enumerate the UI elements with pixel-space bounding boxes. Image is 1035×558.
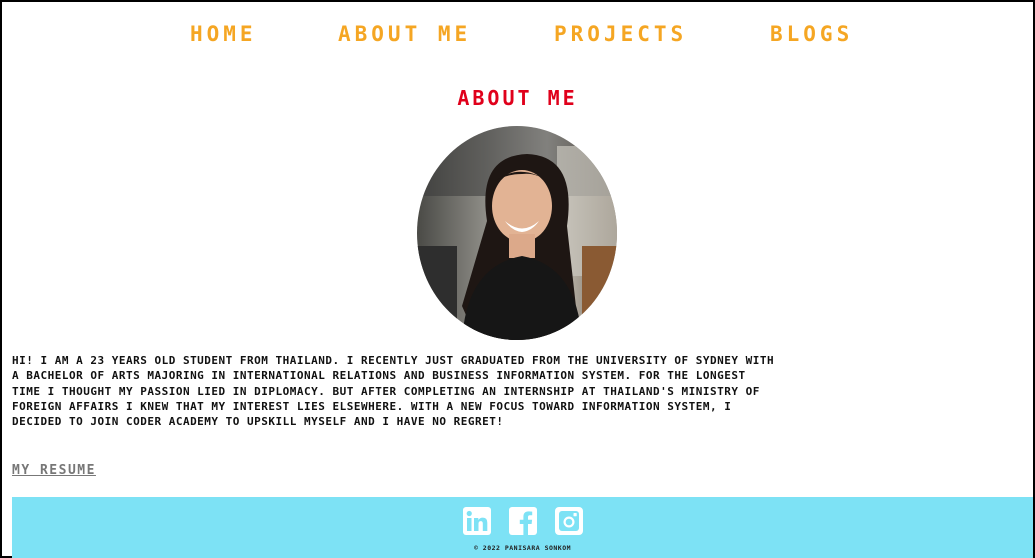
nav-projects-link[interactable]: PROJECTS: [554, 22, 687, 46]
linkedin-icon[interactable]: [461, 505, 493, 537]
social-icons: [12, 505, 1033, 537]
bio-line: FOREIGN AFFAIRS I KNEW THAT MY INTEREST …: [12, 399, 732, 413]
bio-line: DECIDED TO JOIN CODER ACADEMY TO UPSKILL…: [12, 415, 504, 429]
profile-photo-image: [417, 126, 617, 340]
bio-line: HI! I AM A 23 YEARS OLD STUDENT FROM THA…: [12, 354, 775, 367]
nav-home-link[interactable]: HOME: [190, 22, 257, 46]
bio-text: HI! I AM A 23 YEARS OLD STUDENT FROM THA…: [12, 353, 1032, 429]
page-title: ABOUT ME: [457, 86, 578, 110]
resume-link[interactable]: MY RESUME: [12, 463, 96, 478]
facebook-icon[interactable]: [507, 505, 539, 537]
nav-blogs-link[interactable]: BLOGS: [770, 22, 853, 46]
instagram-icon[interactable]: [553, 505, 585, 537]
bio-line: TIME I THOUGHT MY PASSION LIED IN DIPLOM…: [12, 384, 760, 398]
nav-about-me-link[interactable]: ABOUT ME: [338, 22, 471, 46]
footer: © 2022 PANISARA SONKOM: [12, 497, 1033, 558]
main-nav: HOME ABOUT ME PROJECTS BLOGS: [2, 22, 1033, 52]
bio-line: A BACHELOR OF ARTS MAJORING IN INTERNATI…: [12, 369, 746, 383]
copyright-text: © 2022 PANISARA SONKOM: [473, 544, 572, 552]
profile-photo: [417, 126, 617, 340]
page-frame: HOME ABOUT ME PROJECTS BLOGS ABOUT ME HI…: [0, 0, 1035, 558]
